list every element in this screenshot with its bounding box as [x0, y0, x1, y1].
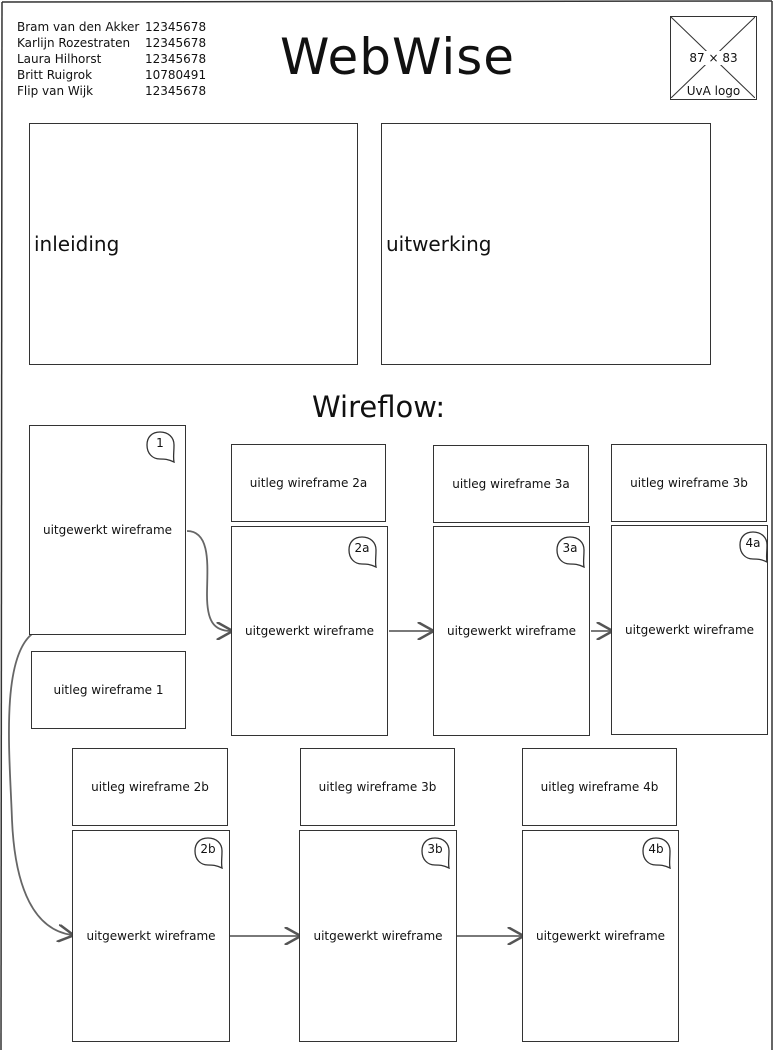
- wireflow-page: Bram van den Akker 12345678 Karlijn Rozes…: [0, 0, 774, 1052]
- explanation-1: uitleg wireframe 1: [31, 651, 186, 729]
- badge-4b-icon: 4b: [642, 837, 671, 870]
- badge-text: 3b: [427, 842, 443, 856]
- explanation-3a: uitleg wireframe 3a: [433, 445, 589, 523]
- badge-1-icon: 1: [146, 431, 175, 464]
- badge-text: 4a: [745, 536, 761, 550]
- badge-3a-icon: 3a: [556, 536, 585, 569]
- badge-text: 2b: [200, 842, 216, 856]
- explanation-label: uitleg wireframe 3b: [630, 476, 748, 490]
- explanation-4b: uitleg wireframe 4b: [522, 748, 677, 826]
- explanation-3b: uitleg wireframe 3b: [300, 748, 455, 826]
- wireframe-label: uitgewerkt wireframe: [42, 523, 173, 537]
- badge-2a-icon: 2a: [348, 536, 377, 569]
- explanation-2b: uitleg wireframe 2b: [72, 748, 228, 826]
- wireframe-label: uitgewerkt wireframe: [244, 624, 375, 638]
- explanation-2a: uitleg wireframe 2a: [231, 444, 386, 522]
- badge-text: 3a: [562, 541, 578, 555]
- badge-2b-icon: 2b: [194, 837, 223, 870]
- badge-4a-icon: 4a: [739, 531, 768, 564]
- explanation-label: uitleg wireframe 3a: [452, 477, 570, 491]
- explanation-label: uitleg wireframe 1: [53, 683, 164, 697]
- badge-3b-icon: 3b: [421, 837, 450, 870]
- wireframe-label: uitgewerkt wireframe: [313, 929, 443, 943]
- wireframe-label: uitgewerkt wireframe: [446, 624, 577, 638]
- wireframe-label: uitgewerkt wireframe: [86, 929, 216, 943]
- badge-text: 2a: [354, 541, 370, 555]
- wireframe-label: uitgewerkt wireframe: [535, 929, 666, 943]
- explanation-label: uitleg wireframe 3b: [318, 780, 437, 794]
- arrow-1-to-2a: [186, 530, 231, 631]
- explanation-label: uitleg wireframe 4b: [540, 780, 659, 794]
- explanation-label: uitleg wireframe 2b: [91, 780, 209, 794]
- wireframe-label: uitgewerkt wireframe: [624, 623, 755, 637]
- explanation-4a: uitleg wireframe 3b: [611, 444, 767, 522]
- explanation-label: uitleg wireframe 2a: [249, 476, 368, 490]
- badge-text: 4b: [648, 842, 664, 856]
- badge-text: 1: [156, 436, 164, 450]
